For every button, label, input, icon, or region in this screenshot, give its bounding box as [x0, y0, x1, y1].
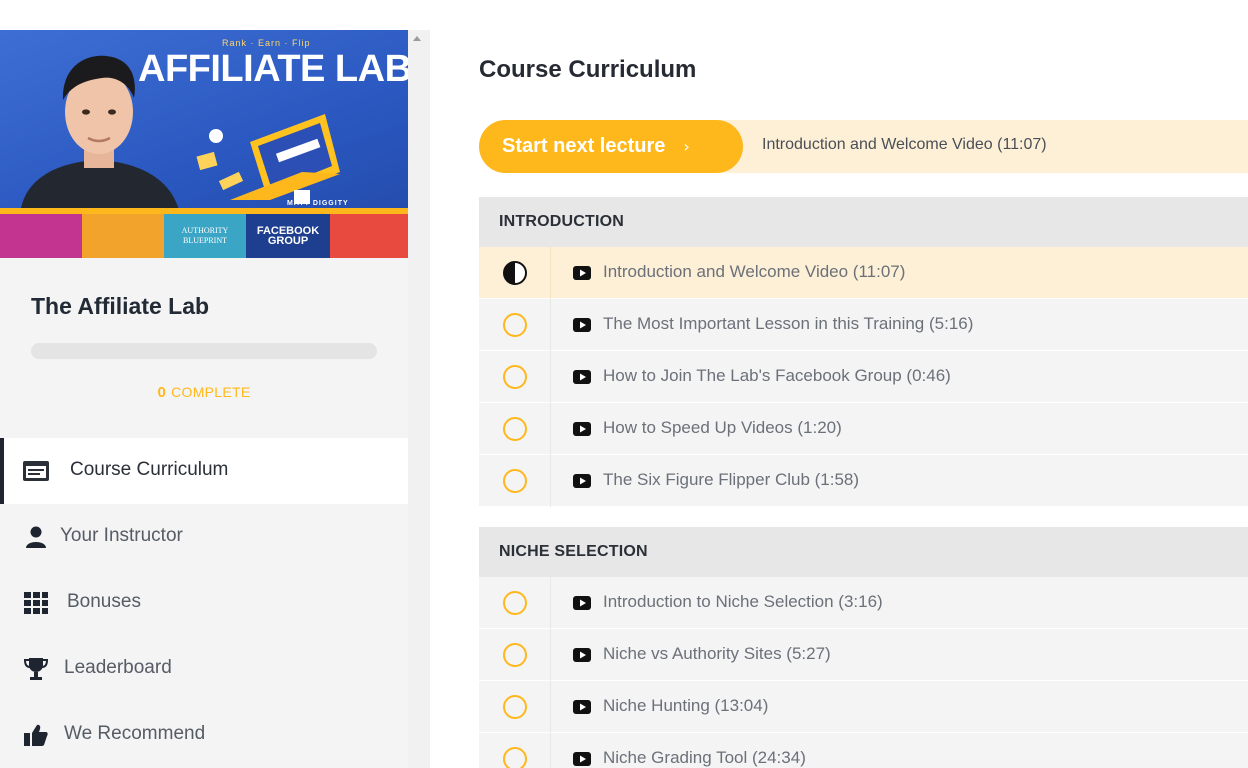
banner-tile — [0, 214, 82, 258]
banner-tile: FACEBOOK GROUP — [246, 214, 330, 258]
start-next-lecture-label: Start next lecture — [502, 135, 666, 157]
lecture-item[interactable]: The Most Important Lesson in this Traini… — [479, 299, 1248, 351]
video-play-icon — [573, 474, 591, 488]
curriculum-section-introduction: INTRODUCTION Introduction and Welcome Vi… — [479, 197, 1248, 507]
not-started-circle-icon — [502, 643, 527, 667]
lecture-title: Niche Hunting (13:04) — [603, 696, 769, 715]
video-play-icon — [573, 596, 591, 610]
curriculum-section-niche-selection: NICHE SELECTION Introduction to Niche Se… — [479, 527, 1248, 768]
not-started-circle-icon — [502, 417, 527, 441]
user-icon — [22, 523, 50, 551]
next-lecture-bar: Start next lecture › Introduction and We… — [479, 120, 1248, 173]
lecture-status — [479, 351, 551, 403]
scroll-up-arrow-icon[interactable] — [413, 36, 421, 41]
lecture-title: Niche vs Authority Sites (5:27) — [603, 644, 831, 663]
banner-tile — [82, 214, 164, 258]
sidebar-item-label: Bonuses — [67, 591, 141, 612]
not-started-circle-icon — [502, 695, 527, 719]
video-play-icon — [573, 752, 591, 766]
banner-tagline: Rank · Earn · Flip — [222, 38, 311, 48]
banner-author: MATT DIGGITY — [287, 200, 349, 207]
main-content: Course Curriculum Start next lecture › I… — [430, 0, 1248, 768]
curriculum-icon — [22, 457, 50, 485]
section-header: INTRODUCTION — [479, 197, 1248, 247]
sidebar-item-label: Course Curriculum — [70, 459, 229, 480]
video-play-icon — [573, 648, 591, 662]
video-play-icon — [573, 370, 591, 384]
thumbs-up-icon — [22, 721, 50, 749]
lecture-title: The Most Important Lesson in this Traini… — [603, 314, 974, 333]
chevron-right-icon: › — [683, 137, 690, 156]
laptop-illustration — [196, 114, 340, 204]
banner-title: AFFILIATE LAB — [138, 48, 408, 90]
start-next-lecture-button[interactable]: Start next lecture › — [479, 120, 743, 173]
lecture-item[interactable]: Introduction to Niche Selection (3:16) — [479, 577, 1248, 629]
lecture-title: Introduction and Welcome Video (11:07) — [603, 262, 906, 281]
lecture-status — [479, 299, 551, 351]
lecture-item[interactable]: The Six Figure Flipper Club (1:58) — [479, 455, 1248, 507]
lecture-status — [479, 455, 551, 507]
video-play-icon — [573, 266, 591, 280]
lecture-title: Introduction to Niche Selection (3:16) — [603, 592, 883, 611]
lecture-status — [479, 403, 551, 455]
section-title: INTRODUCTION — [499, 213, 625, 230]
lecture-item[interactable]: How to Speed Up Videos (1:20) — [479, 403, 1248, 455]
lecture-item[interactable]: Niche Hunting (13:04) — [479, 681, 1248, 733]
not-started-circle-icon — [502, 591, 527, 615]
not-started-circle-icon — [502, 313, 527, 337]
not-started-circle-icon — [502, 469, 527, 493]
lecture-title: The Six Figure Flipper Club (1:58) — [603, 470, 860, 489]
lecture-title: Niche Grading Tool (24:34) — [603, 748, 806, 767]
lecture-item[interactable]: Niche vs Authority Sites (5:27) — [479, 629, 1248, 681]
sidebar-item-bonuses[interactable]: Bonuses — [0, 570, 408, 636]
sidebar-nav: Course Curriculum Your Instructor Bonuse… — [0, 438, 408, 768]
lecture-item[interactable]: How to Join The Lab's Facebook Group (0:… — [479, 351, 1248, 403]
lecture-title: How to Join The Lab's Facebook Group (0:… — [603, 366, 951, 385]
lecture-status — [479, 247, 551, 299]
not-started-circle-icon — [502, 747, 527, 768]
course-title: The Affiliate Lab — [31, 293, 210, 319]
lecture-status — [479, 681, 551, 733]
video-play-icon — [573, 422, 591, 436]
banner-tile-strip: AUTHORITY BLUEPRINT FACEBOOK GROUP — [0, 214, 408, 258]
grid-icon — [22, 589, 50, 617]
progress-status: 0 COMPLETE — [0, 384, 408, 401]
in-progress-icon — [502, 261, 527, 285]
progress-label: COMPLETE — [171, 384, 251, 400]
sidebar-item-your-instructor[interactable]: Your Instructor — [0, 504, 408, 570]
sidebar: Rank · Earn · Flip AFFILIATE LAB MATT DI… — [0, 30, 408, 768]
lecture-status — [479, 577, 551, 629]
app-window: Rank · Earn · Flip AFFILIATE LAB MATT DI… — [0, 0, 1248, 768]
lecture-status — [479, 733, 551, 768]
section-title: NICHE SELECTION — [499, 543, 648, 560]
lecture-item[interactable]: Niche Grading Tool (24:34) — [479, 733, 1248, 768]
banner-tile — [330, 214, 408, 258]
not-started-circle-icon — [502, 365, 527, 389]
page-title: Course Curriculum — [479, 56, 697, 83]
sidebar-item-label: Your Instructor — [60, 525, 183, 546]
video-play-icon — [573, 700, 591, 714]
trophy-icon — [22, 655, 50, 683]
sidebar-item-course-curriculum[interactable]: Course Curriculum — [0, 438, 408, 504]
sidebar-item-label: Leaderboard — [64, 657, 172, 678]
sidebar-item-leaderboard[interactable]: Leaderboard — [0, 636, 408, 702]
banner-tile: AUTHORITY BLUEPRINT — [164, 214, 246, 258]
lecture-item[interactable]: Introduction and Welcome Video (11:07) — [479, 247, 1248, 299]
sidebar-scrollbar[interactable] — [408, 30, 430, 768]
section-header: NICHE SELECTION — [479, 527, 1248, 577]
next-lecture-title[interactable]: Introduction and Welcome Video (11:07) — [762, 136, 1047, 154]
sidebar-item-we-recommend[interactable]: We Recommend — [0, 702, 408, 768]
progress-count: 0 — [157, 384, 167, 401]
video-play-icon — [573, 318, 591, 332]
progress-bar — [31, 343, 377, 359]
course-banner-image: Rank · Earn · Flip AFFILIATE LAB MATT DI… — [0, 30, 408, 258]
sidebar-item-label: We Recommend — [64, 723, 206, 744]
lecture-title: How to Speed Up Videos (1:20) — [603, 418, 842, 437]
lecture-status — [479, 629, 551, 681]
